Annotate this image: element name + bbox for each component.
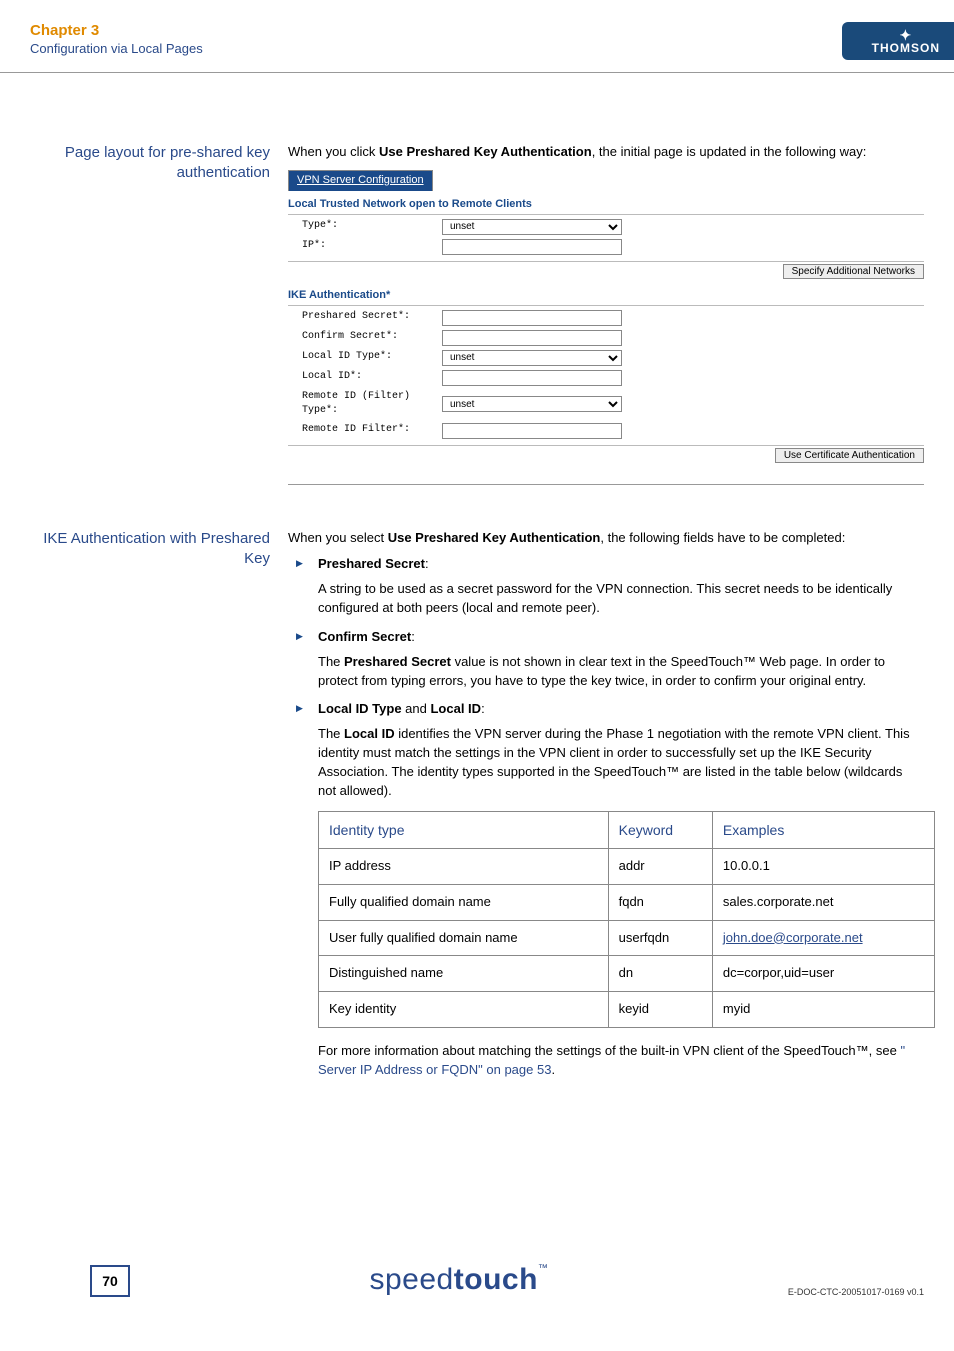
section-ike-auth: IKE Authentication with Preshared Key Wh… (30, 529, 924, 1106)
footer-brand: speedtouch™ (130, 1263, 788, 1297)
ip-label: IP*: (302, 239, 442, 254)
ip-input[interactable] (442, 239, 622, 255)
th-keyword: Keyword (608, 811, 712, 848)
chapter-title: Chapter 3 (30, 22, 203, 39)
chapter-subtitle: Configuration via Local Pages (30, 41, 203, 56)
table-row: Distinguished name dn dc=corpor,uid=user (319, 956, 935, 992)
th-identity-type: Identity type (319, 811, 609, 848)
remote-id-type-select[interactable]: unset (442, 396, 622, 412)
intro-para-2: When you select Use Preshared Key Authen… (288, 529, 924, 548)
page-number: 70 (90, 1265, 130, 1297)
confirm-secret-input[interactable] (442, 330, 622, 346)
bullet-local-id: Local ID Type and Local ID: The Local ID… (288, 700, 924, 800)
local-id-type-label: Local ID Type*: (302, 350, 442, 365)
local-id-type-select[interactable]: unset (442, 350, 622, 366)
type-select[interactable]: unset (442, 219, 622, 235)
th-examples: Examples (712, 811, 934, 848)
local-id-label: Local ID*: (302, 370, 442, 385)
table-row: IP address addr 10.0.0.1 (319, 848, 935, 884)
side-heading-2: IKE Authentication with Preshared Key (30, 529, 270, 1106)
specify-networks-button[interactable]: Specify Additional Networks (783, 264, 924, 279)
intro-para-1: When you click Use Preshared Key Authent… (288, 143, 924, 162)
form-tab[interactable]: VPN Server Configuration (288, 170, 433, 191)
form-section-b: IKE Authentication* (288, 288, 924, 306)
use-cert-auth-button[interactable]: Use Certificate Authentication (775, 448, 924, 463)
more-info-para: For more information about matching the … (288, 1042, 924, 1080)
table-row: Fully qualified domain name fqdn sales.c… (319, 884, 935, 920)
side-heading-1: Page layout for pre-shared key authentic… (30, 143, 270, 485)
preshared-secret-input[interactable] (442, 310, 622, 326)
vpn-config-screenshot: VPN Server Configuration Local Trusted N… (288, 170, 924, 466)
email-link[interactable]: john.doe@corporate.net (723, 930, 863, 945)
type-label: Type*: (302, 219, 442, 234)
remote-id-filter-label: Remote ID Filter*: (302, 423, 442, 438)
identity-type-table: Identity type Keyword Examples IP addres… (318, 811, 935, 1029)
bullet-preshared-secret: Preshared Secret: A string to be used as… (288, 555, 924, 618)
brand-badge: ✦ THOMSON (842, 22, 954, 60)
confirm-secret-label: Confirm Secret*: (302, 330, 442, 345)
bullet-confirm-secret: Confirm Secret: The Preshared Secret val… (288, 628, 924, 691)
page-header: Chapter 3 Configuration via Local Pages … (0, 0, 954, 73)
brand-name: THOMSON (872, 42, 940, 54)
page-footer: 70 speedtouch™ E-DOC-CTC-20051017-0169 v… (0, 1263, 954, 1297)
table-row: User fully qualified domain name userfqd… (319, 920, 935, 956)
local-id-input[interactable] (442, 370, 622, 386)
section-page-layout: Page layout for pre-shared key authentic… (30, 143, 924, 485)
header-left: Chapter 3 Configuration via Local Pages (30, 22, 203, 60)
globe-icon: ✦ (899, 28, 912, 42)
remote-id-filter-input[interactable] (442, 423, 622, 439)
form-section-a: Local Trusted Network open to Remote Cli… (288, 197, 924, 215)
table-row: Key identity keyid myid (319, 992, 935, 1028)
doc-id: E-DOC-CTC-20051017-0169 v0.1 (788, 1287, 924, 1297)
remote-id-type-label: Remote ID (Filter) Type*: (302, 390, 442, 419)
preshared-secret-label: Preshared Secret*: (302, 310, 442, 325)
